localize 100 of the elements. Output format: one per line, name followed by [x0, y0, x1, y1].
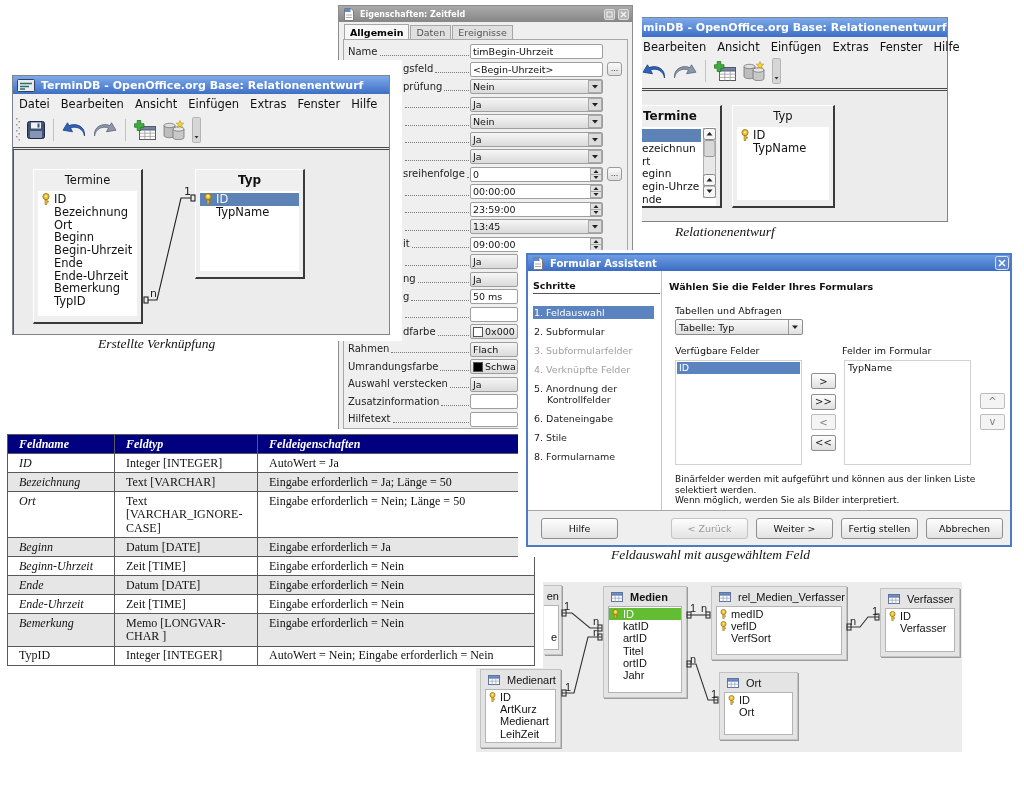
spin-button[interactable]	[590, 167, 602, 181]
dropdown-field[interactable]: 13:45	[470, 219, 603, 235]
field-item[interactable]: Ende-Uhrzeit	[38, 269, 137, 283]
menu-item[interactable]: Datei	[19, 97, 50, 111]
list-item[interactable]: ID	[677, 362, 800, 374]
field-item[interactable]: ID	[886, 610, 954, 623]
field-item[interactable]: artID	[609, 632, 681, 645]
scroll-up-button[interactable]	[703, 128, 716, 140]
dialog-button[interactable]: Fertig stellen	[841, 517, 918, 539]
step-item[interactable]: 5. Anordnung der Kontrollfelder	[533, 382, 654, 406]
color-field[interactable]: 0x000	[470, 324, 518, 340]
field-item[interactable]: vefID	[717, 620, 841, 633]
field-item[interactable]: ezeichnun	[642, 141, 701, 155]
text-field[interactable]: <Begin-Uhrzeit>	[470, 61, 603, 77]
field-item[interactable]: VerfSort	[717, 632, 841, 645]
table-dropdown[interactable]: Tabelle: Typ	[675, 319, 803, 335]
spin-field[interactable]: 00:00:00	[470, 184, 603, 200]
text-field[interactable]: 50 ms	[470, 289, 518, 305]
list-item[interactable]: TypName	[846, 362, 969, 374]
field-item[interactable]: ID	[486, 691, 555, 704]
field-item[interactable]: nde	[642, 192, 701, 206]
field-item[interactable]: eginn	[642, 167, 701, 180]
menu-item[interactable]: Bearbeiten	[60, 97, 124, 111]
field-item[interactable]: Verfasser	[886, 622, 954, 635]
field-item[interactable]: Ort	[38, 218, 137, 232]
field-item[interactable]: katID	[609, 620, 681, 633]
menu-item[interactable]: Hilfe	[933, 39, 960, 54]
dropdown-button[interactable]	[588, 115, 602, 129]
undo-icon[interactable]	[642, 63, 666, 79]
spin-button[interactable]	[590, 237, 602, 251]
color-field[interactable]: Schwa	[470, 359, 518, 375]
step-item[interactable]: 2. Subformular	[533, 325, 654, 338]
redo-icon[interactable]	[93, 122, 117, 137]
form-fields-list[interactable]: TypName	[844, 360, 971, 465]
dialog-button[interactable]: Abbrechen	[926, 517, 1003, 539]
add-table-icon[interactable]	[134, 119, 156, 140]
dropdown-field[interactable]: Ja	[470, 271, 518, 287]
spin-field[interactable]: 0	[470, 166, 603, 182]
scroll-down-button[interactable]	[703, 185, 716, 198]
dropdown-button[interactable]	[588, 132, 602, 146]
step-item[interactable]: 8. Formularname	[533, 450, 654, 463]
dropdown-button[interactable]	[588, 150, 602, 164]
step-item[interactable]: 1. Feldauswahl	[533, 306, 654, 319]
field-item[interactable]: ID	[725, 694, 792, 707]
text-field[interactable]	[470, 411, 518, 427]
database-icon[interactable]	[743, 61, 765, 81]
menu-item[interactable]: Fenster	[879, 39, 923, 54]
dialog-button[interactable]: Hilfe	[541, 517, 618, 539]
dropdown-field[interactable]: Ja	[470, 96, 603, 112]
text-field[interactable]	[470, 306, 518, 322]
spin-field[interactable]: 23:59:00	[470, 201, 603, 217]
move-button[interactable]: >>	[811, 393, 836, 410]
dropdown-button[interactable]	[588, 80, 602, 94]
dropdown-button[interactable]	[588, 97, 602, 111]
field-item[interactable]: rt	[642, 154, 701, 168]
field-item[interactable]: Begin-Uhrzeit	[38, 244, 137, 257]
menu-item[interactable]: Einfügen	[770, 39, 822, 54]
menu-item[interactable]: Einfügen	[188, 97, 240, 111]
add-table-icon[interactable]	[714, 61, 736, 81]
menu-item[interactable]: Extras	[832, 39, 869, 54]
field-item[interactable]: LeihZeit	[486, 727, 555, 740]
field-item[interactable]: TypName	[200, 205, 299, 219]
database-icon[interactable]	[163, 119, 185, 140]
step-item[interactable]: 7. Stile	[533, 431, 654, 444]
move-button[interactable]: >	[811, 373, 836, 389]
save-icon[interactable]	[27, 120, 45, 139]
dropdown-field[interactable]: Nein	[470, 79, 603, 95]
menu-item[interactable]: Ansicht	[717, 39, 760, 54]
tab[interactable]: Ereignisse	[452, 25, 513, 39]
field-item[interactable]: TypID	[38, 295, 137, 308]
tab[interactable]: Allgemein	[344, 24, 410, 39]
menu-item[interactable]: Fenster	[297, 97, 341, 111]
field-item[interactable]: ortID	[609, 656, 681, 669]
menu-item[interactable]: Extras	[250, 97, 287, 111]
spin-button[interactable]	[590, 185, 602, 199]
field-item[interactable]: e	[550, 630, 558, 643]
field-item[interactable]: medID	[717, 608, 841, 621]
field-item[interactable]: Titel	[609, 644, 681, 657]
dropdown-field[interactable]: Ja	[470, 254, 518, 270]
menu-item[interactable]: Hilfe	[351, 97, 378, 111]
dropdown-field[interactable]: Ja	[470, 376, 518, 392]
spin-field[interactable]: 09:00:00	[470, 236, 603, 252]
tab[interactable]: Daten	[410, 25, 452, 39]
text-field[interactable]: timBegin-Uhrzeit	[470, 44, 603, 60]
field-item[interactable]: Jahr	[609, 668, 681, 682]
scroll-up-button[interactable]	[703, 174, 716, 186]
redo-icon[interactable]	[673, 63, 697, 79]
dropdown-field[interactable]: Flach	[470, 341, 518, 357]
field-item[interactable]: ID	[737, 129, 829, 142]
scrollbar-thumb[interactable]	[703, 140, 716, 157]
field-item[interactable]: Ende	[38, 256, 137, 270]
text-field[interactable]	[470, 394, 518, 410]
field-item[interactable]: Medienart	[486, 715, 555, 728]
step-item[interactable]: 6. Dateneingabe	[533, 412, 654, 425]
spin-button[interactable]	[590, 202, 602, 216]
available-fields-list[interactable]: ID	[675, 360, 802, 465]
field-item[interactable]: Bemerkung	[38, 282, 137, 295]
menu-item[interactable]: Ansicht	[134, 97, 178, 111]
dropdown-button[interactable]	[588, 220, 602, 234]
field-item[interactable]: egin-Uhrze	[642, 180, 701, 193]
